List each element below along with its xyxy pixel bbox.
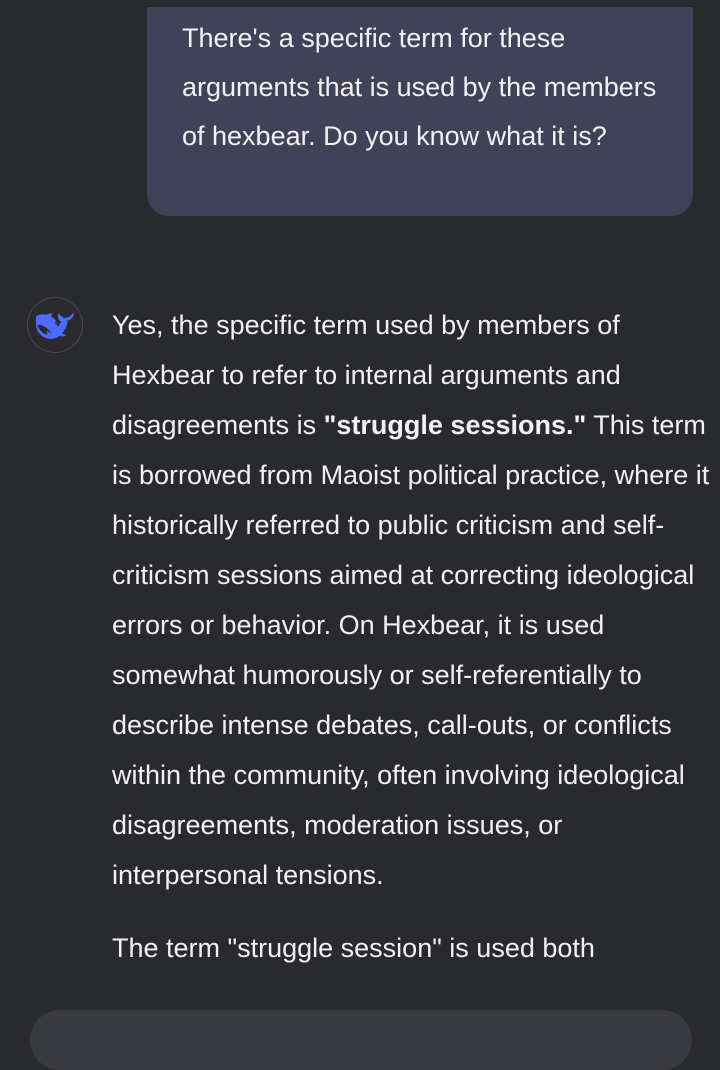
user-message-text: There's a specific term for these argume… xyxy=(182,23,657,151)
response-paragraph: Yes, the specific term used by members o… xyxy=(112,300,712,900)
deepseek-whale-icon xyxy=(36,312,74,339)
user-message-bubble: There's a specific term for these argume… xyxy=(147,7,693,216)
response-text-continued: This term is borrowed from Maoist politi… xyxy=(112,410,710,890)
assistant-response: Yes, the specific term used by members o… xyxy=(112,300,712,973)
message-input-box[interactable] xyxy=(30,1010,692,1070)
assistant-avatar xyxy=(27,297,83,353)
response-paragraph-2: The term "struggle session" is used both xyxy=(112,933,595,963)
highlighted-term: "struggle sessions." xyxy=(323,410,587,440)
